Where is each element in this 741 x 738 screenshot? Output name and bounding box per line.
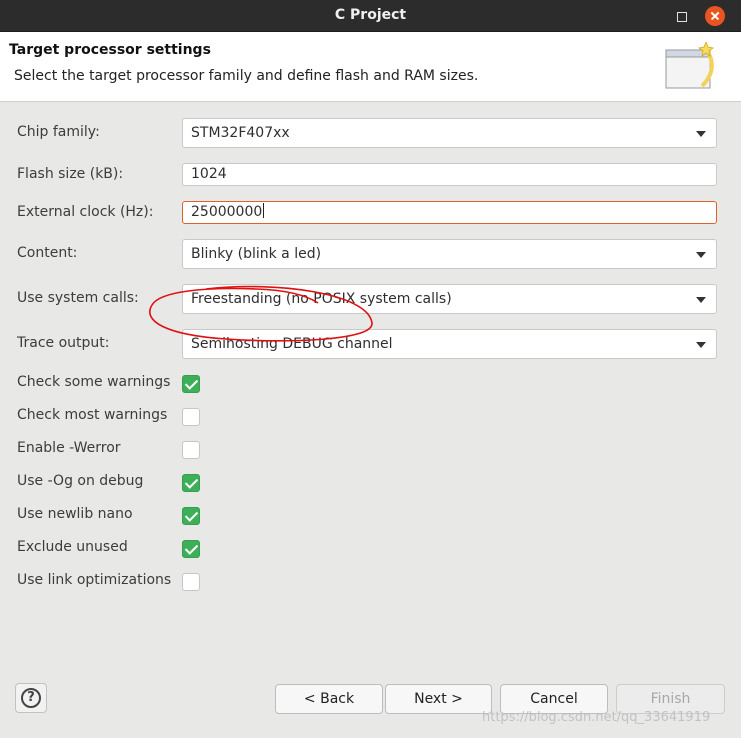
dialog-footer: ? < Back Next > Cancel Finish https://bl… <box>0 663 741 738</box>
wizard-banner-icon <box>665 42 714 89</box>
chevron-down-icon <box>696 297 706 303</box>
chip-family-select[interactable]: STM32F407xx <box>182 118 717 148</box>
checkbox-label: Check most warnings <box>17 407 168 423</box>
external-clock-input[interactable]: 25000000 <box>182 201 717 224</box>
option-checkbox[interactable] <box>182 375 200 393</box>
checkbox-label: Use -Og on debug <box>17 473 144 489</box>
chevron-down-icon <box>696 342 706 348</box>
option-checkbox[interactable] <box>182 441 200 459</box>
checkbox-label: Exclude unused <box>17 539 128 555</box>
content-value: Blinky (blink a led) <box>191 246 322 262</box>
title-bar: C Project <box>0 0 741 32</box>
option-checkbox[interactable] <box>182 573 200 591</box>
content-label: Content: <box>17 245 78 261</box>
flash-size-value: 1024 <box>191 166 227 182</box>
option-checkbox[interactable] <box>182 474 200 492</box>
maximize-icon[interactable] <box>671 6 691 26</box>
system-calls-label: Use system calls: <box>17 290 139 306</box>
flash-size-label: Flash size (kB): <box>17 166 124 182</box>
chevron-down-icon <box>696 252 706 258</box>
external-clock-value: 25000000 <box>191 204 263 220</box>
chip-family-value: STM32F407xx <box>191 125 290 141</box>
next-button[interactable]: Next > <box>385 684 492 714</box>
checkbox-label: Check some warnings <box>17 374 171 390</box>
content-select[interactable]: Blinky (blink a led) <box>182 239 717 269</box>
system-calls-select[interactable]: Freestanding (no POSIX system calls) <box>182 284 717 314</box>
flash-size-input[interactable]: 1024 <box>182 163 717 186</box>
help-icon: ? <box>21 688 41 708</box>
form-area: Chip family: STM32F407xx Flash size (kB)… <box>0 103 741 663</box>
text-cursor <box>263 203 265 218</box>
page-title: Target processor settings <box>9 42 211 58</box>
checkbox-label: Enable -Werror <box>17 440 121 456</box>
back-button[interactable]: < Back <box>275 684 383 714</box>
trace-output-select[interactable]: Semihosting DEBUG channel <box>182 329 717 359</box>
chip-family-label: Chip family: <box>17 124 100 140</box>
option-checkbox[interactable] <box>182 408 200 426</box>
option-checkbox[interactable] <box>182 507 200 525</box>
page-description: Select the target processor family and d… <box>14 68 479 84</box>
external-clock-label: External clock (Hz): <box>17 204 154 220</box>
help-button[interactable]: ? <box>15 683 47 713</box>
watermark-text: https://blog.csdn.net/qq_33641919 <box>482 710 711 725</box>
wizard-header: Target processor settings Select the tar… <box>0 32 741 102</box>
trace-output-value: Semihosting DEBUG channel <box>191 336 393 352</box>
close-icon[interactable] <box>705 6 725 26</box>
checkbox-label: Use newlib nano <box>17 506 133 522</box>
option-checkbox[interactable] <box>182 540 200 558</box>
trace-output-label: Trace output: <box>17 335 110 351</box>
checkbox-label: Use link optimizations <box>17 572 172 588</box>
window-title: C Project <box>334 7 407 23</box>
chevron-down-icon <box>696 131 706 137</box>
system-calls-value: Freestanding (no POSIX system calls) <box>191 291 452 307</box>
